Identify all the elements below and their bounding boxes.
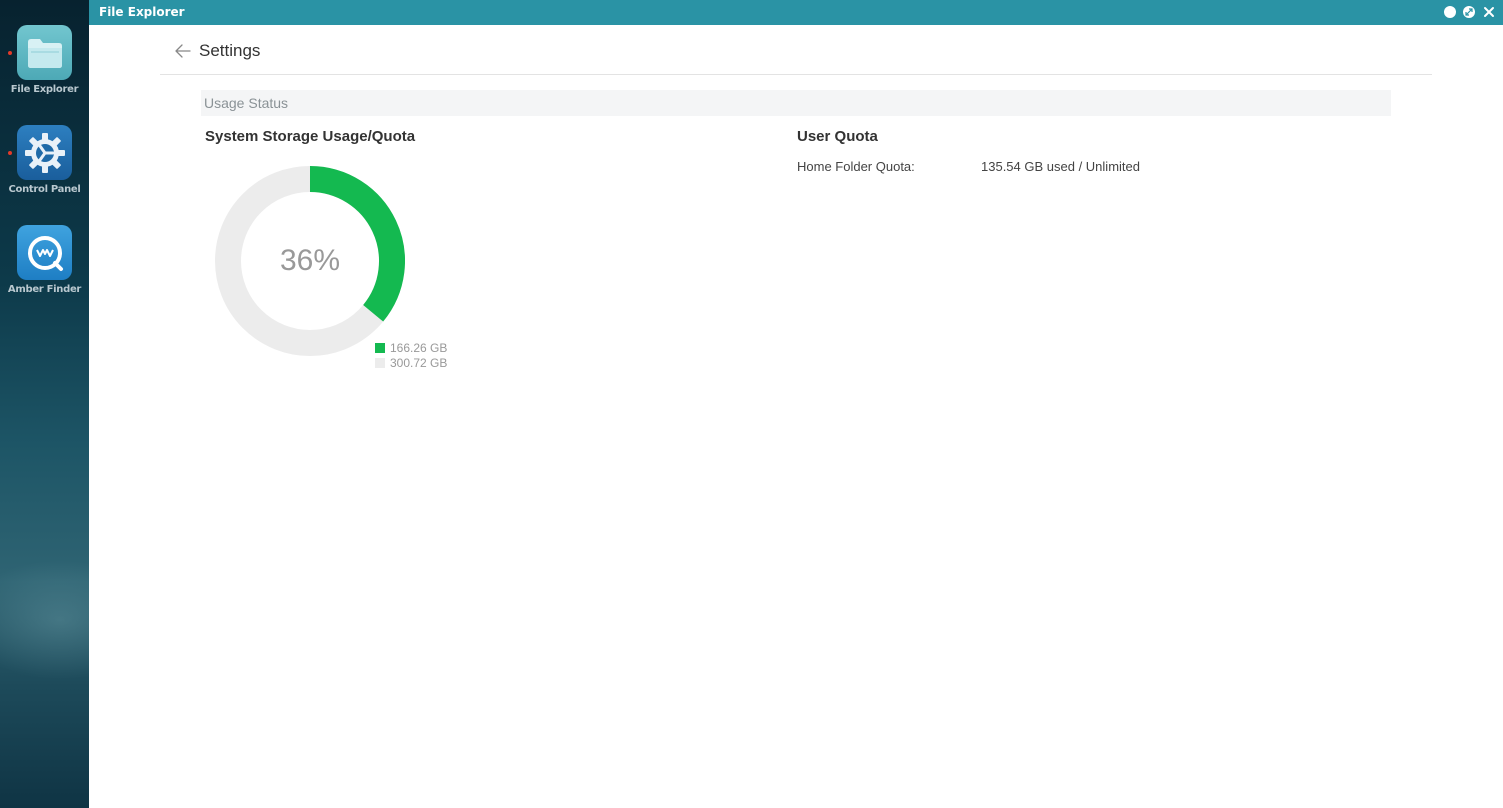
running-indicator	[8, 151, 12, 155]
running-indicator	[8, 51, 12, 55]
legend-swatch-free	[375, 357, 385, 368]
legend-swatch-used	[375, 342, 385, 353]
close-icon[interactable]	[1483, 6, 1495, 18]
restore-icon[interactable]	[1463, 6, 1475, 18]
folder-icon[interactable]	[17, 25, 72, 80]
user-quota-title: User Quota	[797, 128, 878, 145]
legend-used: 166.26 GB	[375, 340, 447, 355]
app-label: Control Panel	[8, 184, 81, 195]
usage-percent: 36%	[279, 244, 341, 277]
file-explorer-window: File Explorer Settings Usage Status Syst…	[89, 0, 1503, 808]
window-title: File Explorer	[99, 5, 185, 19]
arrow-left-icon[interactable]	[174, 42, 192, 60]
storage-donut-chart: 36%	[215, 166, 405, 356]
storage-legend: 166.26 GB 300.72 GB	[375, 340, 447, 370]
legend-free-value: 300.72 GB	[390, 355, 448, 370]
gear-icon[interactable]	[17, 125, 72, 180]
legend-used-value: 166.26 GB	[390, 340, 448, 355]
usage-status-section-header: Usage Status	[201, 90, 1391, 116]
page-title: Settings	[199, 41, 261, 60]
app-control-panel[interactable]: Control Panel	[0, 125, 89, 205]
home-folder-quota-value: 135.54 GB used / Unlimited	[981, 159, 1140, 174]
legend-free: 300.72 GB	[375, 355, 447, 370]
window-titlebar[interactable]: File Explorer	[89, 0, 1503, 25]
app-amber-finder[interactable]: Amber Finder	[0, 225, 89, 305]
home-folder-quota-label: Home Folder Quota:	[797, 159, 915, 174]
app-label: Amber Finder	[7, 284, 82, 295]
minimize-icon[interactable]	[1444, 6, 1456, 18]
app-label: File Explorer	[10, 84, 79, 95]
desktop-dock: File Explorer Control Panel Amber Finder	[0, 0, 89, 808]
settings-header: Settings	[160, 30, 1432, 75]
amber-finder-icon[interactable]	[17, 225, 72, 280]
section-title: Usage Status	[204, 95, 289, 111]
app-file-explorer[interactable]: File Explorer	[0, 25, 89, 105]
storage-usage-title: System Storage Usage/Quota	[205, 128, 416, 145]
